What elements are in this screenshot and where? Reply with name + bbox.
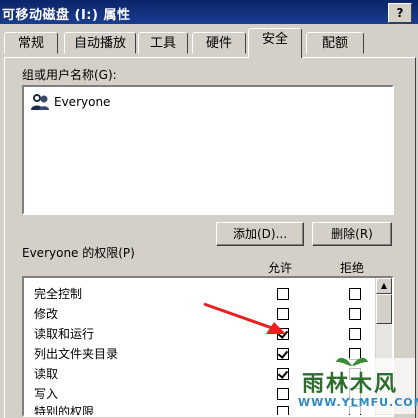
remove-button[interactable]: 删除(R) xyxy=(312,222,392,246)
allow-special-checkbox[interactable] xyxy=(277,406,289,415)
tab-general[interactable]: 常规 xyxy=(4,32,58,54)
deny-read-execute-checkbox[interactable] xyxy=(349,328,361,340)
permission-row-label: 完全控制 xyxy=(34,287,83,301)
deny-modify-checkbox[interactable] xyxy=(349,308,361,320)
tab-strip: 常规 自动播放 工具 硬件 安全 配额 xyxy=(0,28,418,58)
deny-column-header: 拒绝 xyxy=(340,261,365,275)
annotation-arrow-icon xyxy=(203,302,286,334)
scroll-thumb[interactable] xyxy=(376,294,392,324)
allow-list-folder-checkbox[interactable] xyxy=(277,348,289,360)
permissions-label: Everyone 的权限(P) xyxy=(22,246,135,260)
tab-security[interactable]: 安全 xyxy=(248,28,302,58)
groups-label: 组或用户名称(G): xyxy=(22,68,117,82)
scroll-up-icon[interactable]: ▲ xyxy=(376,278,392,294)
allow-read-checkbox[interactable] xyxy=(277,368,289,380)
tab-quota[interactable]: 配额 xyxy=(306,32,364,54)
permission-row-label: 列出文件夹目录 xyxy=(34,347,119,361)
deny-full-control-checkbox[interactable] xyxy=(349,288,361,300)
title-bar: 可移动磁盘 (I:) 属性 ? xyxy=(0,0,418,24)
permission-row-label: 特别的权限 xyxy=(34,405,95,417)
tab-hardware[interactable]: 硬件 xyxy=(192,32,246,54)
tab-tools[interactable]: 工具 xyxy=(138,32,188,54)
watermark-brand: 雨林木风 xyxy=(302,372,399,397)
user-name: Everyone xyxy=(54,95,111,109)
users-group-icon xyxy=(31,94,49,110)
permission-row-label: 修改 xyxy=(34,307,59,321)
help-button[interactable]: ? xyxy=(388,3,412,23)
watermark-url: WWW.YLMFU.COM xyxy=(298,396,418,409)
permission-row-label: 读取和运行 xyxy=(34,327,95,341)
watermark-logo: 雨林木风 WWW.YLMFU.COM xyxy=(290,352,418,414)
groups-listbox[interactable]: Everyone xyxy=(22,85,394,215)
list-item-everyone[interactable]: Everyone xyxy=(30,93,110,111)
window-title: 可移动磁盘 (I:) 属性 xyxy=(2,8,131,23)
tab-autoplay[interactable]: 自动播放 xyxy=(64,32,136,54)
allow-full-control-checkbox[interactable] xyxy=(277,288,289,300)
permission-row-label: 读取 xyxy=(34,367,59,381)
allow-write-checkbox[interactable] xyxy=(277,388,289,400)
add-button[interactable]: 添加(D)... xyxy=(216,222,304,246)
allow-column-header: 允许 xyxy=(268,261,293,275)
permission-row-label: 写入 xyxy=(34,387,59,401)
